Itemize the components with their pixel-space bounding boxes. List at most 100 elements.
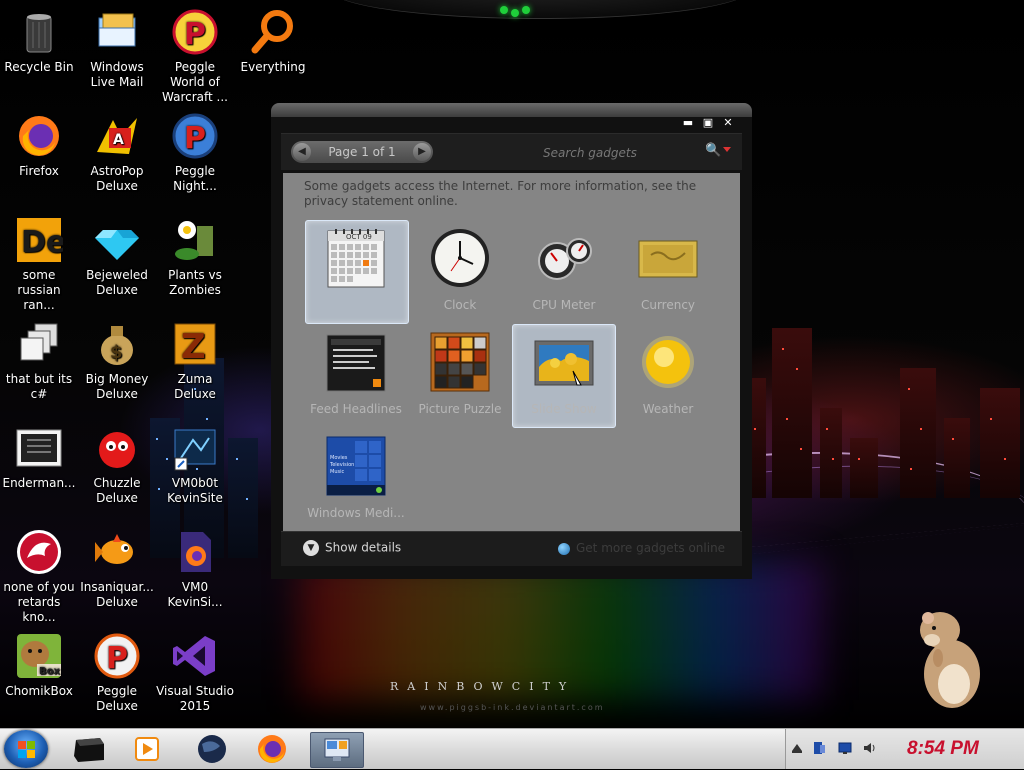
city-skyline-right — [740, 318, 1024, 498]
window-controls: ▬ ▣ ✕ — [678, 116, 738, 129]
close-button[interactable]: ✕ — [718, 116, 738, 129]
desktop-icon-big-money[interactable]: $ Big Money Deluxe — [78, 314, 156, 402]
icon-label: Chuzzle Deluxe — [93, 476, 141, 505]
desktop-icon-firefox[interactable]: Firefox — [0, 106, 78, 179]
black-box-icon — [74, 738, 104, 762]
gadgets-window-icon — [324, 738, 350, 761]
device-icon[interactable] — [812, 741, 826, 755]
calendar-month-label: OCT 09 — [346, 233, 372, 241]
taskbar-button-active[interactable] — [310, 732, 364, 768]
media-menu-item: Television — [329, 462, 354, 468]
gadget-label: Feed Headlines — [310, 402, 402, 416]
peggle-icon: P — [171, 8, 219, 56]
svg-text:Z: Z — [181, 327, 206, 367]
gadget-feed-headlines[interactable]: Feed Headlines — [305, 325, 407, 427]
volume-icon[interactable] — [862, 741, 876, 755]
green-light — [511, 9, 519, 17]
gallery-toolbar: ◀ Page 1 of 1 ▶ 🔍 — [281, 133, 742, 170]
desktop-icon-none-of-you[interactable]: none of you retards kno... — [0, 522, 78, 625]
desktop-icon-chuzzle[interactable]: Chuzzle Deluxe — [78, 418, 156, 506]
icon-label: Zuma Deluxe — [174, 372, 216, 401]
gadget-currency[interactable]: Currency — [617, 221, 719, 323]
icon-label: AstroPop Deluxe — [90, 164, 144, 193]
desktop-icon-bejeweled[interactable]: Bejeweled Deluxe — [78, 210, 156, 298]
svg-text:P: P — [184, 121, 206, 156]
icon-label: Recycle Bin — [4, 60, 74, 74]
minimize-button[interactable]: ▬ — [678, 116, 698, 129]
svg-text:P: P — [184, 17, 206, 52]
search-gadgets-input[interactable] — [541, 141, 695, 165]
search-options-dropdown-icon[interactable] — [723, 147, 731, 152]
taskbar-button[interactable] — [122, 732, 174, 766]
get-more-gadgets-link[interactable]: Get more gadgets online — [558, 541, 725, 555]
maximize-button[interactable]: ▣ — [698, 116, 718, 129]
gadget-cpu-meter[interactable]: CPU Meter — [513, 221, 615, 323]
chuzzle-icon — [93, 424, 141, 472]
peggle-icon: P — [93, 632, 141, 680]
taskbar-button[interactable] — [64, 732, 116, 766]
icon-label: Peggle World of Warcraft ... — [162, 60, 228, 104]
desktop-icon-insaniquarium[interactable]: Insaniquar... Deluxe — [78, 522, 156, 610]
gadget-weather[interactable]: Weather — [617, 325, 719, 427]
search-icon[interactable]: 🔍 — [705, 143, 721, 158]
icon-label: Peggle Night... — [173, 164, 217, 193]
gadget-slide-show[interactable]: Slide Show — [512, 324, 616, 428]
gadget-list-panel: Some gadgets access the Internet. For mo… — [283, 173, 740, 543]
svg-text:P: P — [106, 641, 128, 676]
desktop-icon-everything[interactable]: Everything — [234, 2, 312, 75]
desktop-icon-windows-live-mail[interactable]: Windows Live Mail — [78, 2, 156, 90]
taskbar-button[interactable] — [186, 732, 238, 766]
show-details-button[interactable]: ▼ Show details — [303, 540, 401, 556]
icon-label: ChomikBox — [5, 684, 73, 698]
desktop-icon-enderman[interactable]: Enderman... — [0, 418, 78, 491]
clock-icon — [429, 227, 491, 289]
desktop-icon-that-but-its-csharp[interactable]: that but its c# — [0, 314, 78, 402]
show-desktop-icon[interactable] — [790, 741, 804, 755]
start-button[interactable] — [4, 730, 48, 768]
icon-label: Windows Live Mail — [90, 60, 144, 89]
desktop-icon-recycle-bin[interactable]: Recycle Bin — [0, 2, 78, 75]
gallery-footer: ▼ Show details Get more gadgets online — [281, 531, 742, 566]
wallpaper-subtitle: www.piggsb-ink.deviantart.com — [420, 703, 605, 712]
icon-label: Enderman... — [2, 476, 76, 490]
astropop-icon: A — [93, 112, 141, 160]
gadget-clock[interactable]: Clock — [409, 221, 511, 323]
get-more-gadgets-label: Get more gadgets online — [576, 541, 726, 555]
firefox-file-icon — [171, 528, 219, 576]
previous-page-button[interactable]: ◀ — [293, 143, 311, 161]
taskbar-clock[interactable]: 8:54 PM — [907, 738, 979, 760]
media-menu-item: Movies — [330, 455, 348, 461]
next-page-button[interactable]: ▶ — [413, 143, 431, 161]
weather-icon — [637, 331, 699, 393]
gadget-label: Slide Show — [531, 402, 597, 416]
chomikbox-icon: Box — [15, 632, 63, 680]
desktop-icon-peggle-nights[interactable]: P Peggle Night... — [156, 106, 234, 194]
diamond-icon — [93, 216, 141, 264]
taskbar: 8:54 PM — [0, 728, 1024, 769]
peggle-icon: P — [171, 112, 219, 160]
gadget-picture-puzzle[interactable]: Picture Puzzle — [409, 325, 511, 427]
gadget-windows-media-center[interactable]: Movies Television Music Windows Medi... — [305, 429, 407, 531]
taskbar-button[interactable] — [246, 732, 298, 766]
recycle-bin-icon — [15, 8, 63, 56]
desktop-icon-peggle-deluxe[interactable]: P Peggle Deluxe — [78, 626, 156, 714]
window-title-bar[interactable] — [271, 103, 752, 117]
monitor-icon[interactable] — [838, 741, 852, 755]
desktop-icon-zuma[interactable]: Z Zuma Deluxe — [156, 314, 234, 402]
desktop-icon-peggle-wow[interactable]: P Peggle World of Warcraft ... — [156, 2, 234, 105]
desktop-icon-vm0-kevinsite[interactable]: VM0 KevinSi... — [156, 522, 234, 610]
desktop-icon-astropop[interactable]: A AstroPop Deluxe — [78, 106, 156, 194]
desktop-icon-chomikbox[interactable]: Box ChomikBox — [0, 626, 78, 699]
gadget-label: Currency — [640, 298, 696, 312]
desktop-icon-plants-vs-zombies[interactable]: Plants vs Zombies — [156, 210, 234, 298]
desktop-icon-russian[interactable]: De some russian ran... — [0, 210, 78, 313]
icon-label: Bejeweled Deluxe — [86, 268, 148, 297]
gadget-calendar[interactable]: OCT 09 — [305, 220, 409, 324]
desktop-icon-visual-studio[interactable]: Visual Studio 2015 — [156, 626, 234, 714]
rainbow-glow — [300, 560, 820, 700]
globe-icon — [198, 735, 226, 763]
calendar-icon: OCT 09 — [326, 227, 388, 289]
svg-text:A: A — [113, 132, 124, 148]
desktop-icon-vm0b0t-kevinsite[interactable]: VM0b0t KevinSite — [156, 418, 234, 506]
icon-label: Firefox — [19, 164, 59, 178]
